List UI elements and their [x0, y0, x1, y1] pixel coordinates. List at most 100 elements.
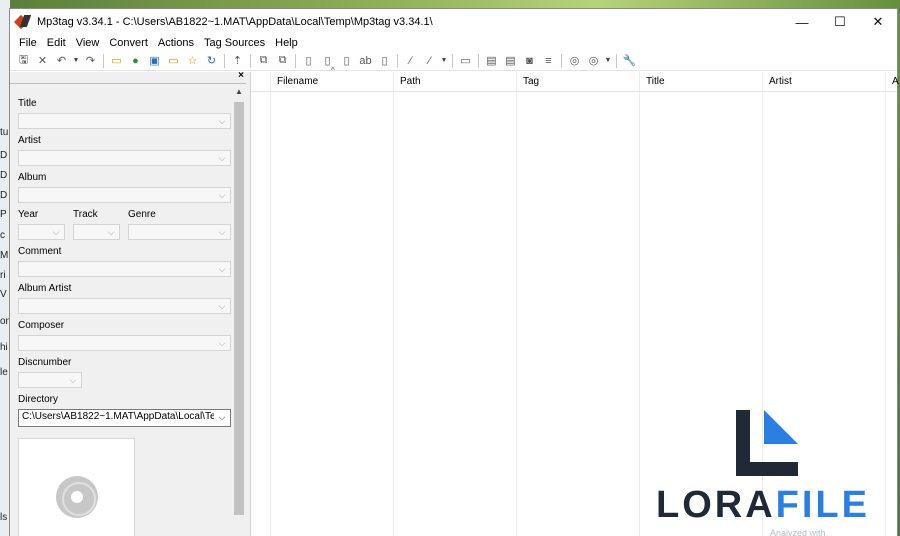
chevron-down-icon[interactable]: ⌵	[216, 188, 228, 202]
comment-field[interactable]: ⌵	[18, 261, 231, 277]
toolbar-separator	[397, 53, 398, 68]
desktop-edge-text: V	[0, 289, 7, 300]
title-bar[interactable]: Mp3tag v3.34.1 - C:\Users\AB1822~1.MAT\A…	[10, 9, 897, 35]
chevron-down-icon[interactable]: ⌵	[50, 225, 62, 239]
chevron-down-icon[interactable]: ⌵	[105, 225, 117, 239]
tag-panel-scrollbar[interactable]: ▲	[232, 84, 246, 536]
album-label: Album	[18, 172, 47, 183]
desktop-edge-text: D	[0, 190, 8, 201]
column-artist[interactable]: Artist	[763, 72, 886, 92]
minimize-button[interactable]: —	[783, 9, 821, 35]
options-icon[interactable]: 🔧	[620, 52, 639, 70]
actions-icon[interactable]: ⁄	[401, 52, 420, 70]
scrollbar-thumb[interactable]	[234, 102, 244, 515]
file-list[interactable]: Filename ^ Path Tag Title Artist A	[251, 66, 900, 536]
list-icon[interactable]: ≡	[539, 52, 558, 70]
wordmark-blue: FILE	[775, 484, 870, 526]
close-button[interactable]: ✕	[859, 9, 897, 35]
undo-icon[interactable]: ↶	[52, 52, 71, 70]
menu-tag-sources[interactable]: Tag Sources	[199, 37, 270, 49]
menu-help[interactable]: Help	[270, 37, 303, 49]
cover-art-box[interactable]	[18, 438, 135, 536]
column-path[interactable]: Path	[394, 72, 517, 92]
title-field[interactable]: ⌵	[18, 113, 231, 129]
album-field[interactable]: ⌵	[18, 187, 231, 203]
tag-sources-alt-icon[interactable]: ◎	[584, 52, 603, 70]
year-field[interactable]: ⌵	[18, 224, 65, 240]
column-divider	[516, 72, 517, 536]
chevron-down-icon[interactable]: ⌵	[216, 336, 228, 350]
playlist-icon[interactable]: ⧉	[254, 52, 273, 70]
column-filename[interactable]: Filename	[271, 72, 394, 92]
maximize-button[interactable]: ☐	[821, 9, 859, 35]
album-artist-field[interactable]: ⌵	[18, 298, 231, 314]
refresh-icon[interactable]: ↻	[202, 52, 221, 70]
quick-action-icon[interactable]: ⁄	[420, 52, 439, 70]
autonumber-icon[interactable]: ▯	[375, 52, 394, 70]
file-list-header: Filename ^ Path Tag Title Artist A	[251, 66, 900, 92]
artist-field[interactable]: ⌵	[18, 150, 231, 166]
redo-icon[interactable]: ↷	[81, 52, 100, 70]
tag-to-filename-icon[interactable]: ▯	[299, 52, 318, 70]
track-label: Track	[73, 209, 98, 220]
tag-to-tag-icon[interactable]: ▯	[337, 52, 356, 70]
toolbar-separator	[561, 53, 562, 68]
chevron-down-icon[interactable]: ⌵	[216, 410, 228, 424]
column-album[interactable]: A	[886, 72, 900, 92]
remove-tag-icon[interactable]: ✕	[33, 52, 52, 70]
composer-field[interactable]: ⌵	[18, 335, 231, 351]
add-directory-icon[interactable]: ●	[126, 52, 145, 70]
mp3tag-app-icon[interactable]	[13, 14, 32, 30]
text-file-to-tag-icon[interactable]: ab	[356, 52, 375, 70]
menu-view[interactable]: View	[71, 37, 105, 49]
save-icon[interactable]: 🖫	[14, 52, 33, 70]
genre-label: Genre	[128, 209, 156, 220]
genre-field[interactable]: ⌵	[128, 224, 231, 240]
import-icon[interactable]: ▤	[501, 52, 520, 70]
track-field[interactable]: ⌵	[73, 224, 120, 240]
menu-convert[interactable]: Convert	[104, 37, 153, 49]
chevron-down-icon[interactable]: ⌵	[216, 225, 228, 239]
cover-icon[interactable]: ◙	[520, 52, 539, 70]
toolbar-separator	[250, 53, 251, 68]
chevron-down-icon[interactable]: ⌵	[216, 151, 228, 165]
scroll-up-icon[interactable]: ▲	[232, 84, 246, 100]
extended-tags-icon[interactable]: ▭	[456, 52, 475, 70]
directory-field[interactable]: C:\Users\AB1822~1.MAT\AppData\Local\Temp…	[18, 409, 231, 427]
export-icon[interactable]: ▤	[482, 52, 501, 70]
chevron-down-icon[interactable]: ⌵	[216, 299, 228, 313]
year-label: Year	[18, 209, 39, 220]
save-directory-icon[interactable]: ▣	[145, 52, 164, 70]
toolbar-separator	[452, 53, 453, 68]
desktop-edge-text: le	[0, 367, 8, 378]
menu-edit[interactable]: Edit	[42, 37, 71, 49]
select-icon[interactable]: ⇡	[228, 52, 247, 70]
tag-sources-dropdown-icon[interactable]: ▼	[603, 57, 613, 64]
undo-dropdown-icon[interactable]: ▼	[71, 57, 81, 64]
discnumber-field[interactable]: ⌵	[18, 372, 82, 388]
desktop-edge-text: P	[0, 209, 7, 220]
menu-file[interactable]: File	[14, 37, 42, 49]
window-title: Mp3tag v3.34.1 - C:\Users\AB1822~1.MAT\A…	[37, 16, 433, 28]
favorites-icon[interactable]: ☆	[183, 52, 202, 70]
chevron-down-icon[interactable]: ⌵	[216, 262, 228, 276]
playlist-alt-icon[interactable]: ⧉	[273, 52, 292, 70]
column-divider	[885, 72, 886, 536]
column-title[interactable]: Title	[640, 72, 763, 92]
change-directory-icon[interactable]: ▭	[107, 52, 126, 70]
tag-sources-icon[interactable]: ◎	[565, 52, 584, 70]
chevron-down-icon[interactable]: ⌵	[216, 114, 228, 128]
open-folder-icon[interactable]: ▭	[164, 52, 183, 70]
window-controls: — ☐ ✕	[783, 9, 897, 35]
chevron-down-icon[interactable]: ⌵	[67, 373, 79, 387]
menu-bar: File Edit View Convert Actions Tag Sourc…	[10, 35, 897, 51]
desktop-edge-text: ri	[0, 270, 6, 281]
wordmark-dark: LORA	[656, 484, 776, 526]
composer-label: Composer	[18, 320, 65, 331]
close-icon[interactable]: ×	[238, 70, 244, 81]
desktop-edge-text: D	[0, 170, 8, 181]
column-tag[interactable]: Tag	[517, 72, 640, 92]
actions-dropdown-icon[interactable]: ▼	[439, 57, 449, 64]
menu-actions[interactable]: Actions	[153, 37, 199, 49]
tag-panel-scroll-area: Title ⌵ Artist ⌵ Album ⌵ Year Track Genr…	[10, 84, 246, 536]
